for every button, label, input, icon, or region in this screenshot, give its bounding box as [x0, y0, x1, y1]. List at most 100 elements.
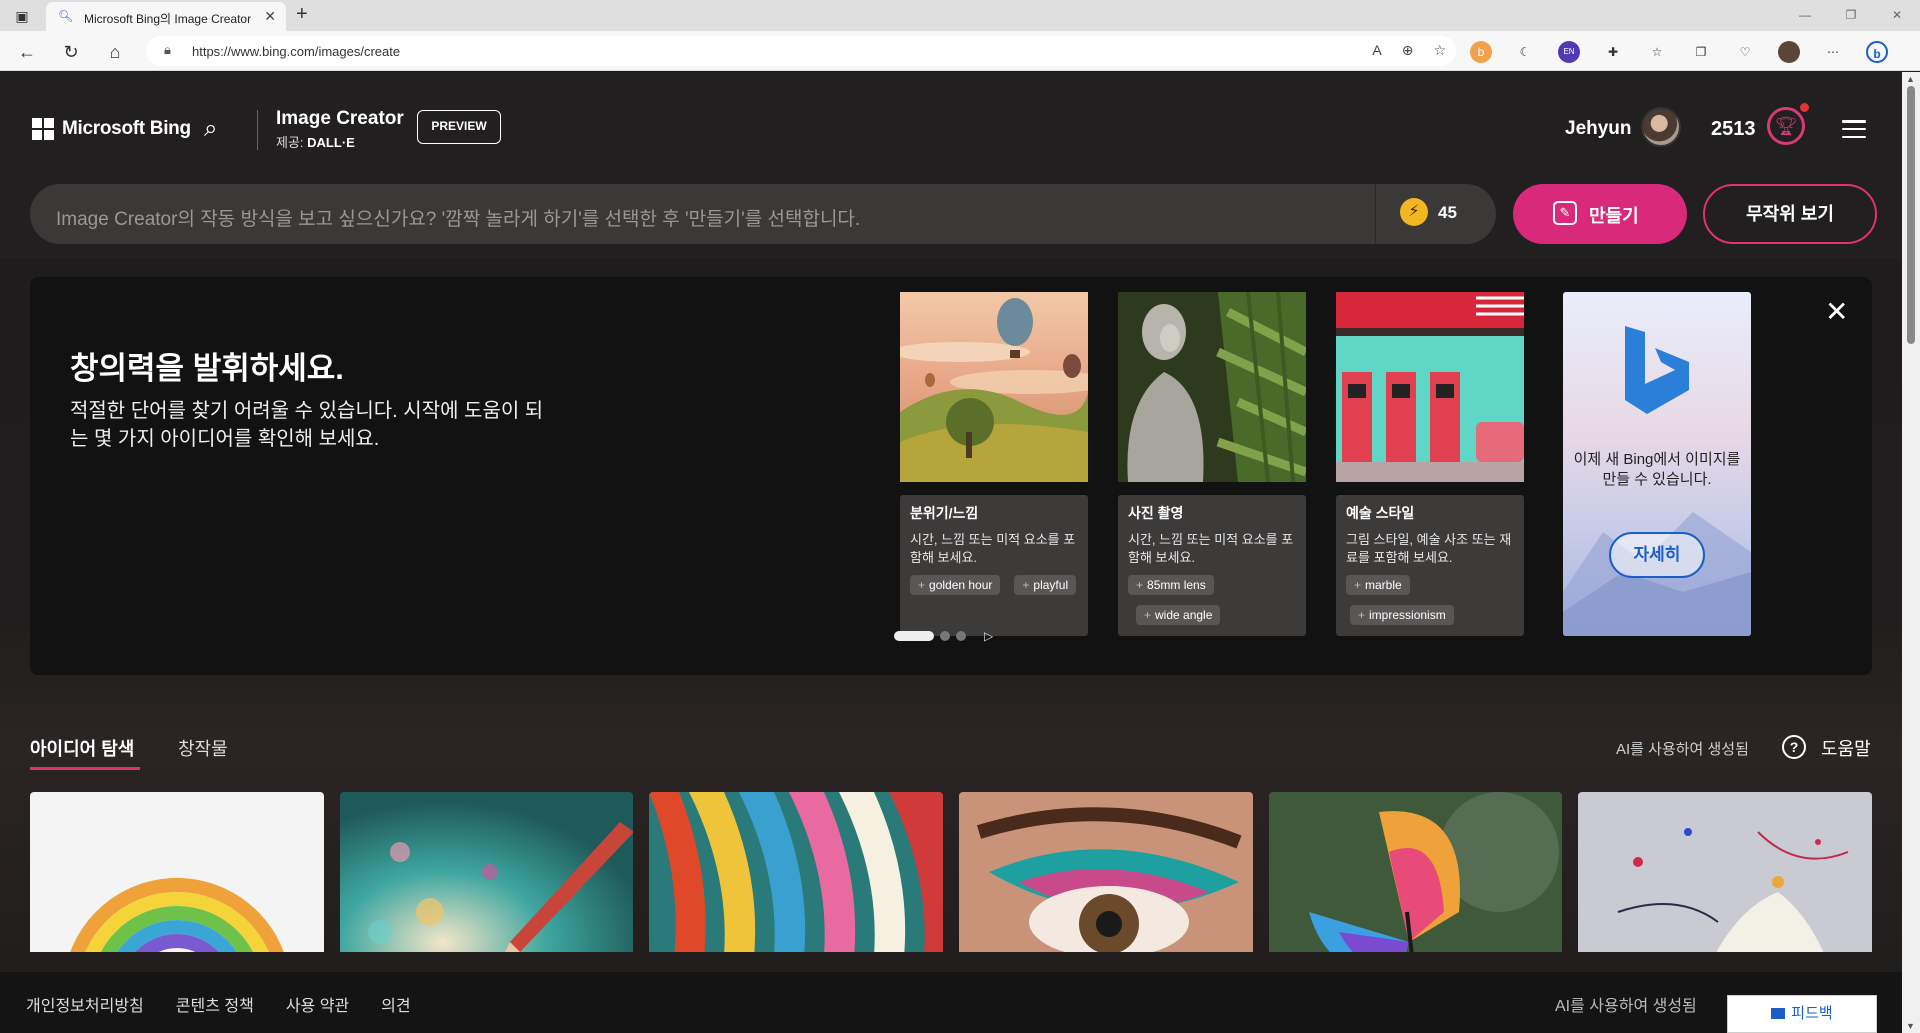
url-text[interactable]: https://www.bing.com/images/create	[192, 44, 400, 59]
scroll-up-arrow-icon[interactable]: ▲	[1906, 74, 1915, 84]
gallery-image-eye-makeup[interactable]	[959, 792, 1253, 952]
carousel-dot-active[interactable]	[894, 631, 934, 641]
more-menu-icon[interactable]: ⋯	[1822, 41, 1844, 63]
new-bing-promo-card[interactable]: 이제 새 Bing에서 이미지를 만들 수 있습니다. 자세히	[1563, 292, 1751, 636]
footer-link-terms[interactable]: 사용 약관	[286, 992, 349, 1016]
extensions-bar: b ☾ EN ✚ ☆ ❐ ♡ ⋯ b	[1470, 41, 1888, 63]
scroll-down-arrow-icon[interactable]: ▼	[1906, 1021, 1915, 1031]
tab-creations[interactable]: 창작물	[178, 735, 228, 761]
tab-explore-ideas[interactable]: 아이디어 탐색	[30, 735, 134, 761]
product-title[interactable]: Image Creator	[276, 108, 404, 130]
back-arrow-icon[interactable]: ←	[16, 41, 38, 63]
profile-avatar-icon[interactable]	[1778, 41, 1800, 63]
gallery-image-rainbow[interactable]	[30, 792, 324, 952]
boost-bolt-icon[interactable]: ⚡︎	[1400, 198, 1428, 226]
hamburger-menu-icon[interactable]	[1842, 120, 1866, 138]
footer-links: 개인정보처리방침 콘텐츠 정책 사용 약관 의견	[26, 992, 411, 1016]
carousel-play-icon[interactable]: ▷	[984, 629, 993, 643]
minimize-button[interactable]: —	[1782, 0, 1828, 31]
collections-icon[interactable]: ❐	[1690, 41, 1712, 63]
idea-card-image-balloons	[900, 292, 1088, 482]
rewards-trophy-icon[interactable]: 🏆︎	[1767, 107, 1805, 145]
help-icon[interactable]: ?	[1782, 735, 1806, 759]
help-link[interactable]: 도움말	[1821, 735, 1871, 761]
inspiration-description: 적절한 단어를 찾기 어려울 수 있습니다. 시작에 도움이 되는 몇 가지 아…	[70, 400, 544, 450]
idea-chip[interactable]: + playful	[1014, 575, 1077, 595]
refresh-icon[interactable]: ↻	[60, 41, 82, 63]
learn-more-button[interactable]: 자세히	[1609, 532, 1705, 578]
favorite-star-icon[interactable]: ☆	[1433, 42, 1446, 59]
surprise-me-button[interactable]: 무작위 보기	[1703, 184, 1877, 244]
rewards-points[interactable]: 2513	[1711, 118, 1756, 141]
close-panel-icon[interactable]: ✕	[1825, 295, 1848, 328]
search-favicon-icon: 🔍︎	[58, 9, 74, 23]
plus-icon: +	[1022, 578, 1030, 592]
gallery-image-paint-splatter[interactable]	[1578, 792, 1872, 952]
gallery-tabs-row: 아이디어 탐색 창작물 AI를 사용하여 생성됨 ? 도움말	[30, 735, 1872, 770]
product-subtitle-prefix: 제공:	[276, 135, 308, 150]
browser-tab[interactable]: 🔍︎ Microsoft Bing의 Image Creator ✕	[46, 2, 286, 31]
gallery-image-pencil-glitter[interactable]	[339, 792, 634, 952]
tab-actions-icon[interactable]: ▣	[12, 6, 32, 26]
address-bar[interactable]: 🔒︎ https://www.bing.com/images/create A …	[146, 36, 1456, 66]
carousel-dot[interactable]	[956, 631, 966, 641]
idea-chip-label: playful	[1033, 578, 1069, 592]
restore-button[interactable]: ❐	[1828, 0, 1874, 31]
footer-link-privacy[interactable]: 개인정보처리방침	[26, 992, 144, 1016]
brand-name[interactable]: Microsoft Bing	[62, 118, 191, 140]
plus-icon: +	[1358, 608, 1366, 622]
footer-link-feedback[interactable]: 의견	[381, 992, 410, 1016]
favorites-icon[interactable]: ☆	[1646, 41, 1668, 63]
extension-en-icon[interactable]: EN	[1558, 41, 1580, 63]
idea-card-photography[interactable]: 사진 촬영 시간, 느낌 또는 미적 요소를 포함해 보세요. +85mm le…	[1118, 292, 1306, 636]
lock-icon[interactable]: 🔒︎	[164, 42, 171, 58]
idea-card-mood[interactable]: 분위기/느낌 시간, 느낌 또는 미적 요소를 포함해 보세요. + golden…	[900, 292, 1088, 636]
gallery-image-color-ribbons[interactable]	[649, 792, 944, 952]
bing-image-creator-page: Microsoft Bing ⌕ Image Creator 제공: DALL·…	[0, 72, 1902, 1033]
idea-chip[interactable]: + wide angle	[1136, 605, 1221, 625]
address-toolbar: ← ↻ ⌂ 🔒︎ https://www.bing.com/images/cre…	[0, 31, 1920, 71]
new-tab-button[interactable]: +	[296, 3, 308, 26]
prompt-input[interactable]: Image Creator의 작동 방식을 보고 싶으신가요? '깜짝 놀라게 …	[30, 184, 1496, 244]
extension-orange-icon[interactable]: b	[1470, 41, 1492, 63]
zoom-icon[interactable]: ⊕	[1402, 42, 1414, 59]
user-avatar[interactable]	[1641, 107, 1681, 147]
idea-chips: + golden hour + playful	[910, 575, 1078, 595]
search-icon[interactable]: ⌕	[204, 115, 217, 143]
footer-link-content-policy[interactable]: 콘텐츠 정책	[176, 992, 254, 1016]
feedback-button[interactable]: 피드백	[1727, 995, 1877, 1033]
idea-card-title: 예술 스타일	[1346, 505, 1415, 521]
idea-chip[interactable]: + marble	[1346, 575, 1410, 595]
idea-chip[interactable]: + impressionism	[1350, 605, 1454, 625]
idea-chip[interactable]: + golden hour	[910, 575, 1001, 595]
page-scrollbar[interactable]: ▲ ▼	[1902, 72, 1920, 1033]
user-name[interactable]: Jehyun	[1565, 118, 1632, 140]
chat-bubble-icon	[1771, 1008, 1786, 1019]
create-button[interactable]: ✎ 만들기	[1513, 184, 1687, 244]
plus-icon: +	[918, 578, 926, 592]
footer-ai-note: AI를 사용하여 생성됨	[1555, 998, 1697, 1015]
idea-chip-label: impressionism	[1369, 608, 1446, 622]
bing-copilot-icon[interactable]: b	[1866, 41, 1888, 63]
carousel-dot[interactable]	[940, 631, 950, 641]
idea-chip[interactable]: +85mm lens	[1128, 575, 1214, 595]
idea-card-title: 분위기/느낌	[910, 505, 979, 521]
prompt-placeholder[interactable]: Image Creator의 작동 방식을 보고 싶으신가요? '깜짝 놀라게 …	[56, 204, 860, 231]
home-icon[interactable]: ⌂	[104, 41, 126, 63]
window-close-button[interactable]: ✕	[1874, 0, 1920, 31]
site-header: Microsoft Bing ⌕ Image Creator 제공: DALL·…	[0, 72, 1902, 258]
read-aloud-icon[interactable]: A	[1372, 42, 1381, 59]
plus-icon: +	[1136, 578, 1144, 592]
gallery-image-butterfly[interactable]	[1268, 792, 1563, 952]
microsoft-logo-icon[interactable]	[32, 118, 54, 140]
extensions-puzzle-icon[interactable]: ✚	[1602, 41, 1624, 63]
browser-essentials-icon[interactable]: ♡	[1734, 41, 1756, 63]
extension-c-icon[interactable]: ☾	[1514, 41, 1536, 63]
scrollbar-thumb[interactable]	[1907, 86, 1915, 344]
tab-title: Microsoft Bing의 Image Creator	[84, 12, 252, 26]
tab-close-button[interactable]: ✕	[264, 8, 276, 25]
boost-count: 45	[1438, 203, 1457, 222]
idea-chip-label: golden hour	[929, 578, 993, 592]
idea-card-image-gas-station	[1336, 292, 1524, 482]
idea-card-art-style[interactable]: 예술 스타일 그림 스타일, 예술 사조 또는 재료를 포함해 보세요. + ma…	[1336, 292, 1524, 636]
